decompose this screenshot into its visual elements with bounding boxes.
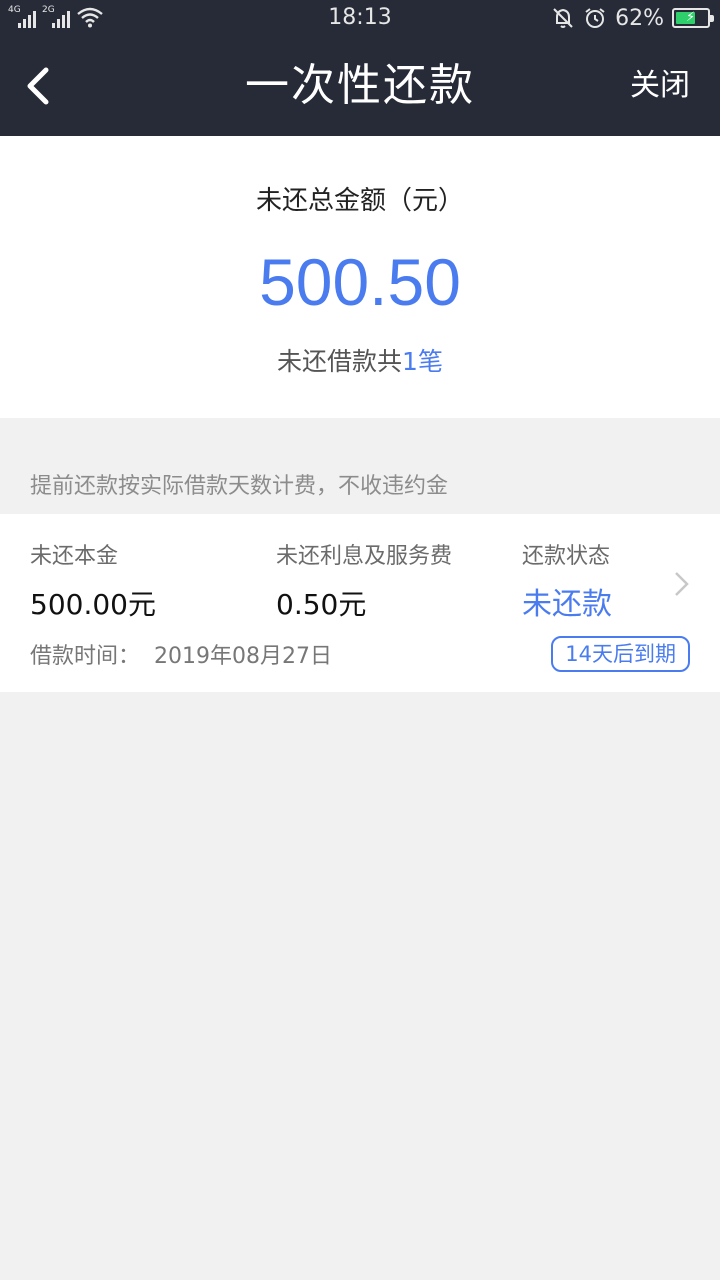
principal-label: 未还本金 (30, 544, 119, 569)
page-title: 一次性还款 (245, 60, 475, 111)
total-outstanding-amount: 500.50 (259, 245, 461, 319)
loan-card[interactable]: 未还本金 500.00元 未还利息及服务费 0.50元 还款状态 未还款 借款时… (0, 514, 720, 692)
mute-bell-icon (553, 8, 573, 28)
due-badge: 14天后到期 (551, 636, 690, 672)
status-right-group: 62% ⚡ (551, 4, 714, 32)
repayment-status-label: 还款状态 (522, 544, 611, 569)
battery-icon: ⚡ (672, 8, 714, 28)
loan-date-row: 借款时间： 2019年08月27日 (30, 638, 332, 670)
repayment-summary: 未还总金额（元） 500.50 未还借款共1笔 (0, 136, 720, 418)
battery-percent: 62% (615, 5, 664, 31)
status-bar: 4G 2G 18:13 62% ⚡ (0, 0, 720, 36)
loan-date-value: 2019年08月27日 (154, 644, 332, 669)
loan-date-label: 借款时间： (30, 644, 141, 669)
outstanding-loan-count: 未还借款共1笔 (0, 342, 720, 378)
prepayment-notice: 提前还款按实际借款天数计费，不收违约金 (30, 474, 449, 499)
loan-count-prefix: 未还借款共 (277, 347, 403, 376)
repayment-status-value: 未还款 (522, 587, 612, 622)
charging-bolt-icon: ⚡ (686, 10, 696, 25)
fee-column: 未还利息及服务费 0.50元 (276, 544, 452, 622)
close-button[interactable]: 关闭 (630, 68, 690, 104)
fee-value: 0.50元 (276, 588, 367, 621)
nav-bar: 一次性还款 关闭 (0, 36, 720, 136)
principal-value: 500.00元 (30, 588, 156, 621)
alarm-icon (585, 8, 605, 28)
total-outstanding-label: 未还总金额（元） (255, 186, 464, 216)
fee-label: 未还利息及服务费 (276, 544, 453, 569)
chevron-right-icon[interactable] (672, 570, 692, 598)
status-column: 还款状态 未还款 (522, 544, 612, 622)
loan-count-value: 1笔 (402, 347, 443, 376)
principal-column: 未还本金 500.00元 (30, 544, 156, 622)
